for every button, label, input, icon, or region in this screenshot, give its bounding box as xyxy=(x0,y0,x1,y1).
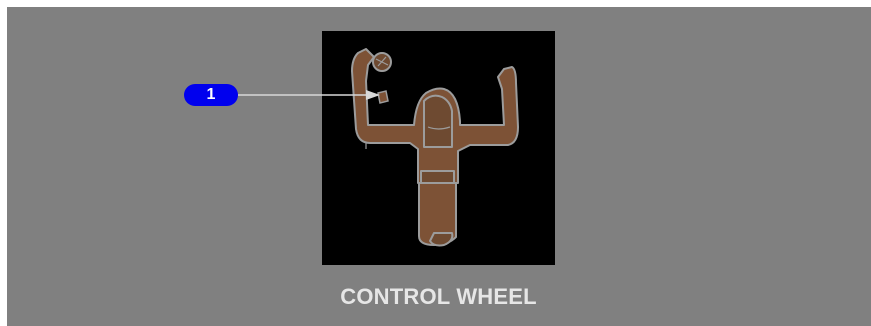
callout-arrowhead xyxy=(366,90,380,100)
callout-1: 1 xyxy=(184,84,238,106)
leader-lines xyxy=(238,90,380,100)
figure-caption: CONTROL WHEEL xyxy=(340,284,537,309)
